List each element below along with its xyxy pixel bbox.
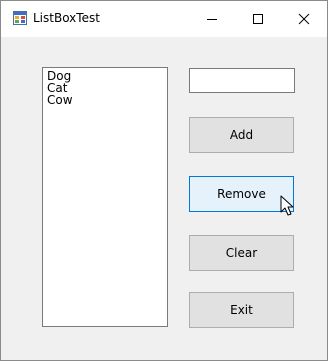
close-button[interactable] bbox=[281, 1, 327, 37]
mouse-pointer-icon bbox=[280, 195, 294, 216]
main-window: ListBoxTest Dog Cat Cow Add Remove Clear… bbox=[0, 0, 328, 361]
maximize-button[interactable] bbox=[235, 1, 281, 37]
animal-listbox[interactable]: Dog Cat Cow bbox=[42, 67, 168, 327]
add-button[interactable]: Add bbox=[189, 117, 294, 153]
exit-button[interactable]: Exit bbox=[189, 292, 294, 328]
list-item[interactable]: Cow bbox=[47, 94, 167, 106]
remove-button[interactable]: Remove bbox=[189, 176, 294, 212]
maximize-icon bbox=[253, 14, 263, 24]
close-icon bbox=[298, 13, 310, 25]
item-text-input[interactable] bbox=[189, 68, 295, 93]
title-bar[interactable]: ListBoxTest bbox=[1, 1, 327, 37]
minimize-button[interactable] bbox=[189, 1, 235, 37]
application-icon bbox=[13, 11, 27, 25]
minimize-icon bbox=[207, 19, 217, 20]
clear-button[interactable]: Clear bbox=[189, 235, 294, 271]
window-title: ListBoxTest bbox=[33, 11, 100, 25]
